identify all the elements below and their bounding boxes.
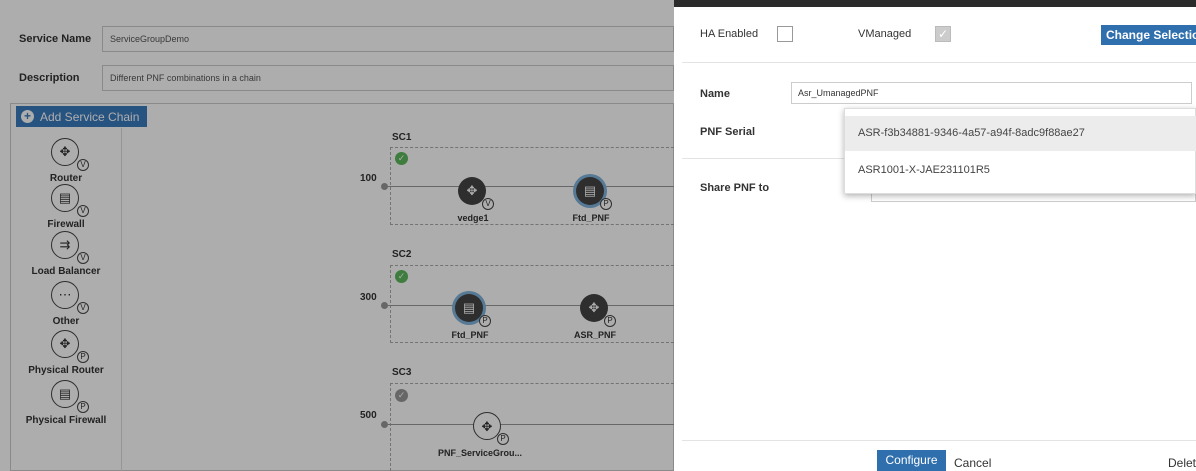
dropdown-option[interactable]: ASR-f3b34881-9346-4a57-a94f-8adc9f88ae27 (845, 116, 1196, 151)
vmanaged-checkbox[interactable]: ✓ (935, 26, 951, 42)
pnf-serial-dropdown[interactable]: ASR-f3b34881-9346-4a57-a94f-8adc9f88ae27… (844, 108, 1196, 194)
configure-button[interactable]: Configure (877, 450, 946, 471)
name-label: Name (700, 88, 730, 100)
check-icon: ✓ (937, 27, 949, 41)
divider (682, 440, 1196, 441)
modal-backdrop[interactable] (0, 0, 674, 471)
change-selection-button[interactable]: Change Selection (1101, 25, 1196, 45)
dropdown-option[interactable]: ASR1001-X-JAE231101R5 (845, 153, 1196, 188)
ha-enabled-label: HA Enabled (700, 28, 759, 40)
panel-top-bar (674, 0, 1196, 7)
pnf-serial-label: PNF Serial (700, 126, 756, 138)
cancel-button[interactable]: Cancel (954, 456, 991, 470)
delete-button[interactable]: Delet (1168, 456, 1196, 470)
divider (682, 62, 1196, 63)
vmanaged-label: VManaged (858, 28, 912, 40)
pnf-config-panel: HA Enabled VManaged ✓ Change Selection N… (674, 0, 1196, 471)
name-input[interactable]: Asr_UmanagedPNF (791, 82, 1192, 104)
share-pnf-label: Share PNF to (700, 182, 770, 194)
ha-enabled-checkbox[interactable] (777, 26, 793, 42)
service-group-editor: Service Name ServiceGroupDemo Descriptio… (0, 0, 674, 471)
